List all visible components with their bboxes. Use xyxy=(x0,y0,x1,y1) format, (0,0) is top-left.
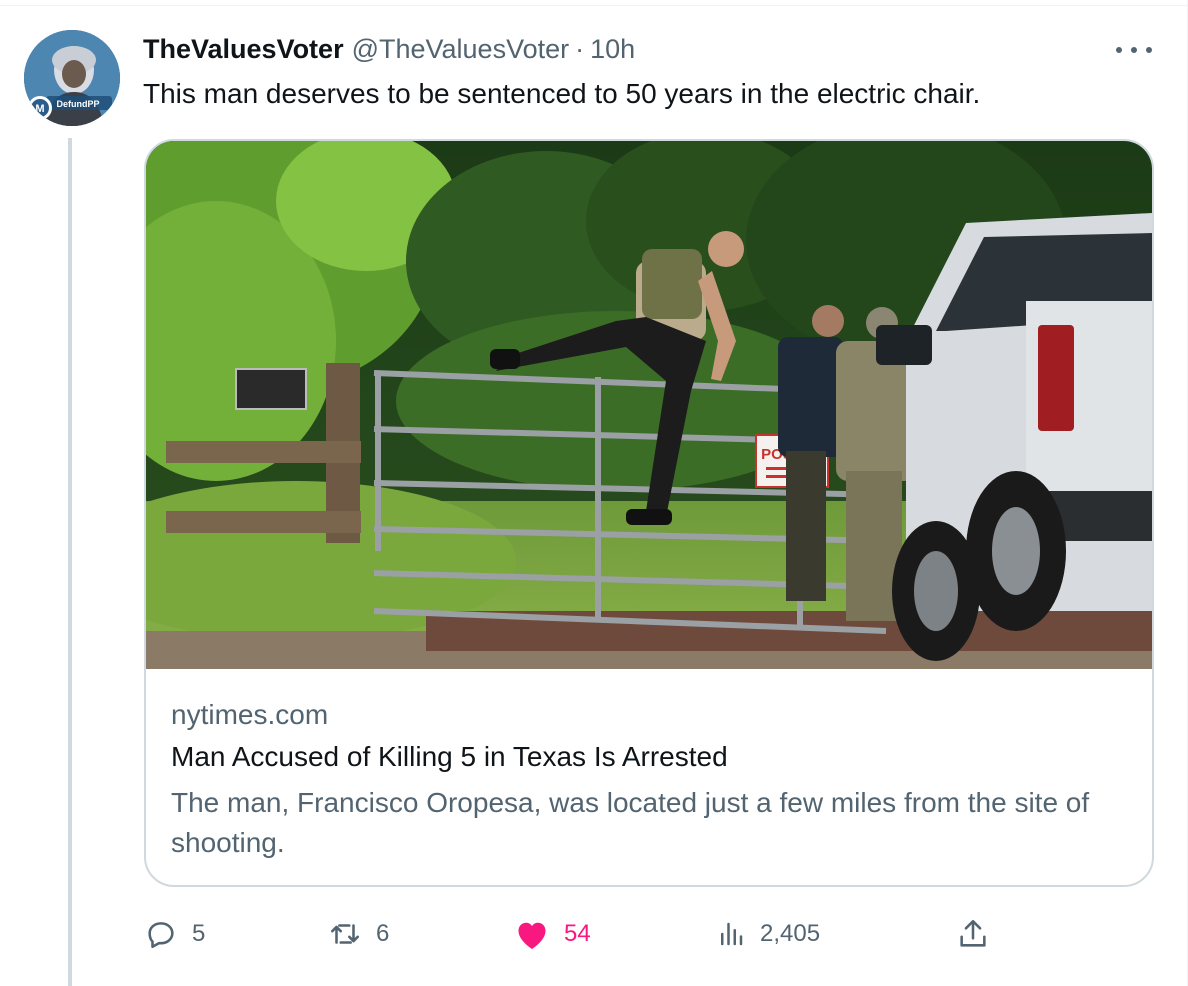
retweet-icon xyxy=(330,924,360,944)
retweet-button[interactable]: 6 xyxy=(328,912,389,956)
retweet-count: 6 xyxy=(376,920,390,947)
share-button[interactable] xyxy=(956,912,990,956)
top-divider xyxy=(0,0,1188,6)
like-button[interactable]: 54 xyxy=(514,912,591,956)
avatar-image: M DefundPP xyxy=(24,30,120,126)
views-icon xyxy=(721,922,743,946)
views-count: 2,405 xyxy=(760,920,821,947)
heart-icon xyxy=(518,922,546,949)
reply-button[interactable]: 5 xyxy=(144,912,205,956)
views-button[interactable]: 2,405 xyxy=(716,912,820,956)
like-count: 54 xyxy=(564,920,591,947)
card-image: POSTED xyxy=(146,141,1152,669)
more-options-button[interactable] xyxy=(1116,40,1152,60)
link-card[interactable]: POSTED xyxy=(144,139,1154,887)
tweet-text: This man deserves to be sentenced to 50 … xyxy=(143,78,981,109)
share-icon xyxy=(960,919,986,947)
card-photo: POSTED xyxy=(146,141,1152,669)
display-name[interactable]: TheValuesVoter xyxy=(143,34,344,65)
avatar-badge-text: DefundPP xyxy=(56,99,99,109)
thread-line xyxy=(68,138,72,986)
tweet-header: TheValuesVoter @TheValuesVoter · 10h xyxy=(143,32,635,66)
reply-icon xyxy=(148,922,174,949)
reply-count: 5 xyxy=(192,920,206,947)
card-domain: nytimes.com xyxy=(171,699,329,730)
card-description: The man, Francisco Oropesa, was located … xyxy=(171,787,1090,858)
avatar[interactable]: M DefundPP xyxy=(24,30,120,126)
more-horizontal-icon xyxy=(1116,47,1122,53)
separator-dot: · xyxy=(575,33,585,64)
action-bar: 5 6 54 2,405 xyxy=(144,912,1154,956)
tweet-time[interactable]: 10h xyxy=(590,34,635,65)
svg-text:M: M xyxy=(35,103,44,115)
user-handle[interactable]: @TheValuesVoter xyxy=(352,34,570,65)
card-title: Man Accused of Killing 5 in Texas Is Arr… xyxy=(171,741,728,772)
